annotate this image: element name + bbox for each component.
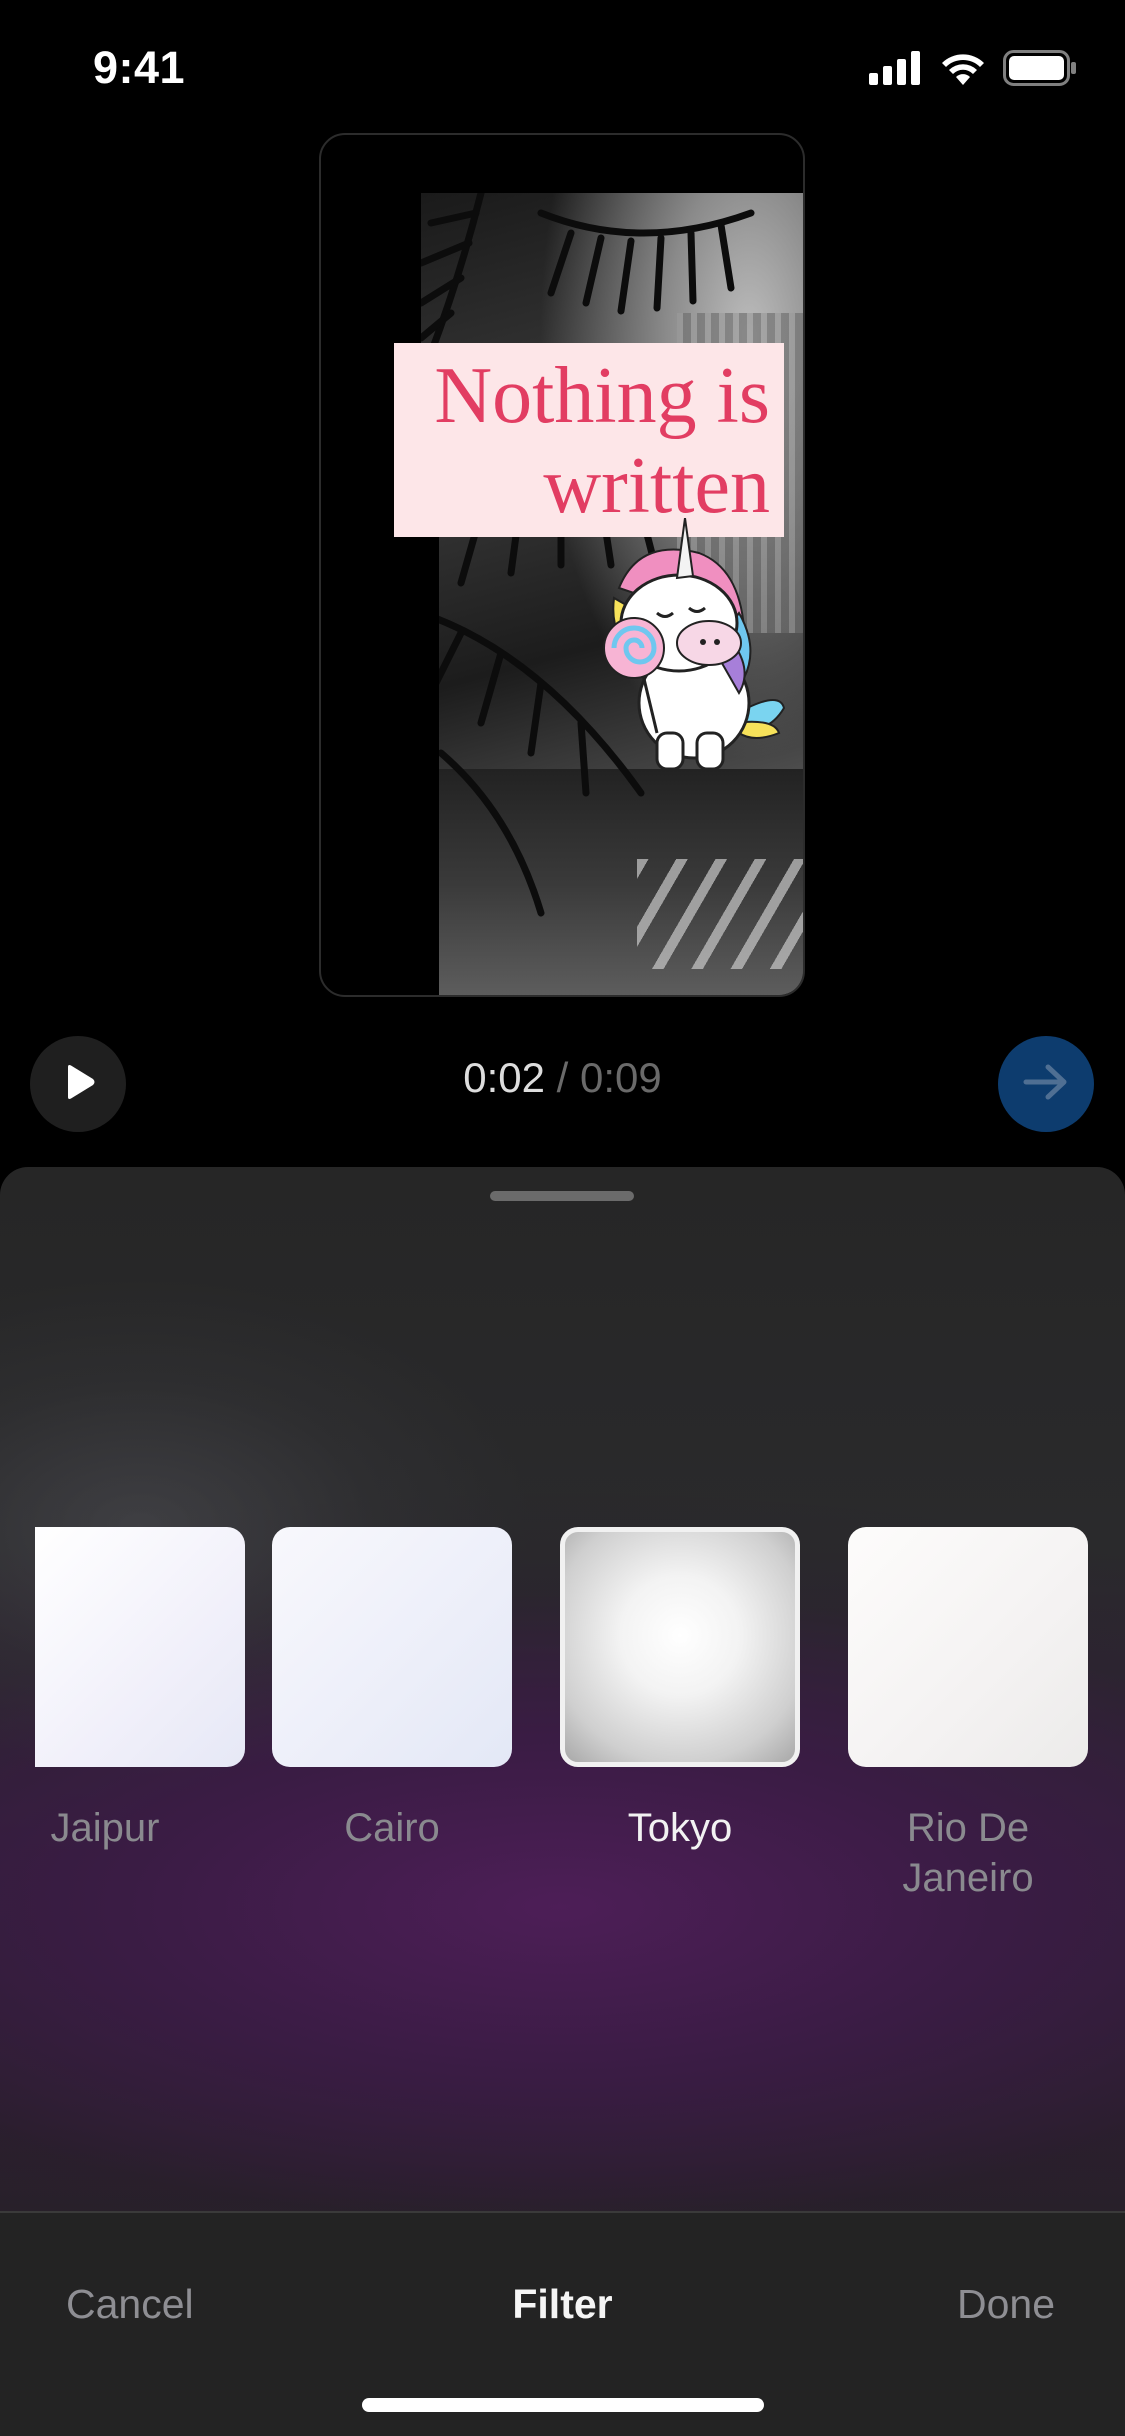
battery-icon	[1003, 50, 1077, 91]
preview-edge	[421, 535, 439, 995]
filter-thumbnail	[272, 1527, 512, 1767]
status-time: 9:41	[93, 42, 186, 93]
wifi-icon	[939, 51, 987, 90]
next-button[interactable]	[998, 1036, 1094, 1132]
filter-thumbnail	[560, 1527, 800, 1767]
status-bar: 9:41	[0, 0, 1125, 132]
filter-label: Cairo	[344, 1806, 440, 1850]
story-preview[interactable]: Nothing is written	[319, 133, 805, 997]
cellular-signal-icon	[869, 51, 923, 90]
text-sticker[interactable]: Nothing is written	[394, 343, 784, 537]
time-separator: /	[544, 1054, 580, 1101]
playback-time: 0:02 / 0:09	[0, 1054, 1125, 1102]
status-icons	[869, 50, 1077, 91]
filter-thumbnail	[848, 1527, 1088, 1767]
filter-label: Jaipur	[50, 1806, 160, 1850]
done-button[interactable]: Done	[957, 2281, 1055, 2328]
filter-label: Rio De Janeiro	[902, 1806, 1034, 1900]
current-time: 0:02	[463, 1054, 545, 1101]
filter-thumbnail	[35, 1527, 245, 1767]
filter-sheet: Jaipur Cairo Tokyo Rio De Janeiro Cancel…	[0, 1167, 1125, 2436]
filter-cairo[interactable]: Cairo	[272, 1527, 512, 1853]
filter-rio-de-janeiro[interactable]: Rio De Janeiro	[848, 1527, 1088, 1903]
filter-jaipur[interactable]: Jaipur	[0, 1527, 245, 1853]
filter-label: Tokyo	[627, 1806, 733, 1850]
arrow-right-icon	[1022, 1062, 1070, 1107]
text-sticker-line-1: Nothing is	[434, 352, 770, 440]
sheet-grabber[interactable]	[490, 1191, 634, 1201]
filter-tokyo[interactable]: Tokyo	[560, 1527, 800, 1853]
home-indicator[interactable]	[362, 2398, 764, 2412]
total-time: 0:09	[580, 1054, 662, 1101]
unicorn-sticker[interactable]	[579, 517, 789, 773]
cancel-button[interactable]: Cancel	[66, 2281, 194, 2328]
